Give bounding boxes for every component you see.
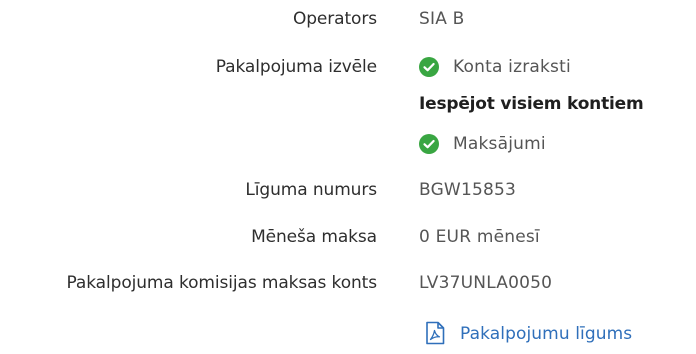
operator-value: SIA B bbox=[419, 9, 465, 29]
enable-all-accounts-note: Iespējot visiem kontiem bbox=[419, 94, 644, 114]
contract-number-label: Līguma numurs bbox=[245, 180, 377, 200]
service-option-payments: Maksājumi bbox=[453, 134, 546, 154]
monthly-fee-value: 0 EUR mēnesī bbox=[419, 227, 540, 247]
service-choice-row: Pakalpojuma izvēle Konta izraksti bbox=[0, 51, 696, 83]
agreement-link-label: Pakalpojumu līgums bbox=[460, 324, 633, 344]
fee-account-value: LV37UNLA0050 bbox=[419, 273, 553, 293]
contract-number-row: Līguma numurs BGW15853 bbox=[0, 174, 696, 206]
check-circle-icon bbox=[419, 134, 439, 154]
pdf-document-icon bbox=[424, 321, 446, 345]
fee-account-label: Pakalpojuma komisijas maksas konts bbox=[66, 273, 378, 293]
service-option-row: Maksājumi bbox=[0, 128, 696, 160]
fee-account-row: Pakalpojuma komisijas maksas konts LV37U… bbox=[0, 267, 696, 299]
check-circle-icon bbox=[419, 57, 439, 77]
monthly-fee-label: Mēneša maksa bbox=[251, 227, 377, 247]
service-option-statements: Konta izraksti bbox=[453, 57, 571, 77]
operator-row: Operators SIA B bbox=[0, 3, 696, 35]
contract-number-value: BGW15853 bbox=[419, 180, 517, 200]
service-note-row: Iespējot visiem kontiem bbox=[0, 88, 696, 120]
operator-label: Operators bbox=[292, 9, 377, 29]
agreement-row: Pakalpojumu līgums bbox=[0, 318, 696, 350]
service-choice-label: Pakalpojuma izvēle bbox=[215, 57, 377, 77]
monthly-fee-row: Mēneša maksa 0 EUR mēnesī bbox=[0, 221, 696, 253]
